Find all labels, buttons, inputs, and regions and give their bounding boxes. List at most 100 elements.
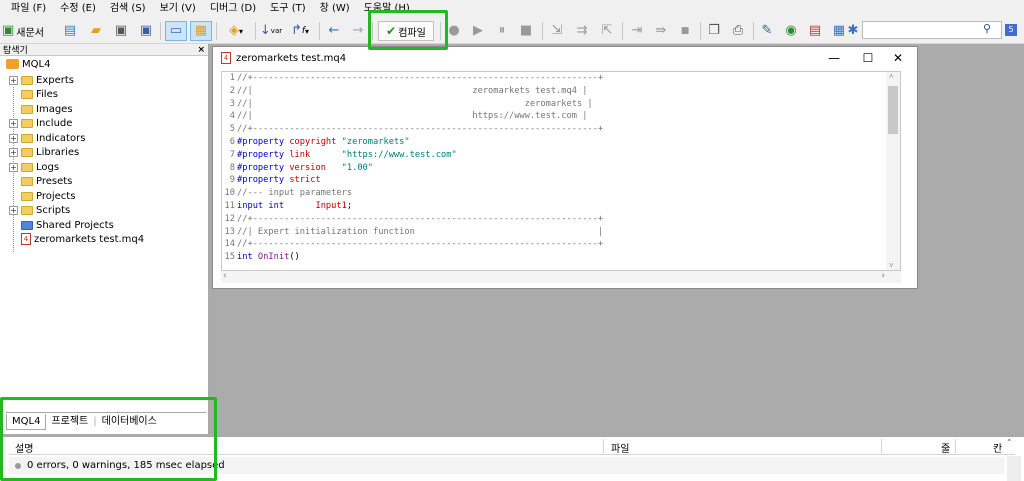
line-number: 9 (229, 175, 235, 186)
code-identifier: version (289, 162, 337, 173)
step-into-icon: ⇲ (551, 23, 563, 38)
tree-item-label: zeromarkets test.mq4 (34, 233, 145, 245)
toolbox-toggle-button[interactable]: ▦ (190, 21, 212, 41)
tree-root-mql4[interactable]: MQL4 (6, 57, 50, 71)
code-directive: #property (237, 162, 285, 173)
tree-item-presets[interactable]: Presets (21, 174, 72, 188)
navigator-close-button[interactable]: × (197, 45, 205, 55)
tree-item-label: Logs (36, 161, 60, 173)
scroll-right-icon[interactable]: › (881, 271, 885, 281)
column-description[interactable]: 설명 (15, 440, 33, 455)
column-col[interactable]: 칸 (993, 440, 1002, 455)
scroll-up-icon[interactable]: ˄ (889, 72, 894, 81)
expand-icon[interactable]: + (9, 162, 18, 172)
line-number: 7 (229, 149, 235, 160)
folder-open-icon: ▰ (91, 23, 101, 38)
close-button[interactable]: ✕ (883, 49, 913, 67)
stop-button[interactable]: ■ (516, 21, 536, 41)
tree-item-shared-projects[interactable]: Shared Projects (21, 218, 114, 232)
code-punct: () (289, 252, 300, 263)
code-directive: #property (237, 136, 285, 147)
navigator-toggle-button[interactable]: ▭ (165, 21, 187, 41)
remove-breakpoints-button[interactable]: ⇛ (651, 21, 671, 41)
styler-button[interactable]: ✎ (757, 21, 777, 41)
copy-button[interactable]: ❐ (704, 21, 724, 41)
code-editor[interactable]: 1//+------------------------------------… (221, 71, 901, 271)
tree-item-logs[interactable]: + Logs (9, 160, 59, 174)
tree-item-files[interactable]: Files (21, 87, 58, 101)
column-file[interactable]: 파일 (611, 440, 629, 455)
open-button[interactable]: ▰ (86, 21, 106, 41)
toolbar-separator (753, 22, 754, 40)
copy-icon: ❐ (708, 23, 720, 38)
tree-item-scripts[interactable]: + Scripts (9, 203, 70, 217)
vertical-scrollbar[interactable]: ˄ ˅ (886, 72, 900, 270)
menu-window[interactable]: 창 (W) (313, 0, 357, 18)
scroll-left-icon[interactable]: ‹ (223, 271, 227, 281)
menu-view[interactable]: 보기 (V) (153, 0, 203, 18)
play-icon: ▶ (473, 23, 483, 38)
search-input[interactable] (862, 21, 1002, 39)
menu-edit[interactable]: 수정 (E) (53, 0, 103, 18)
line-number: 5 (229, 124, 235, 135)
tree-item-images[interactable]: Images (21, 102, 73, 116)
horizontal-scrollbar[interactable]: ‹ › (221, 271, 901, 283)
step-out-button[interactable]: ⇱ (597, 21, 617, 41)
search-icon[interactable]: ⚲ (983, 22, 991, 35)
step-into-button[interactable]: ⇲ (547, 21, 567, 41)
scroll-down-icon[interactable]: ˅ (889, 261, 894, 270)
menu-tools[interactable]: 도구 (T) (263, 0, 313, 18)
scroll-up-icon[interactable]: ˄ (1007, 439, 1012, 449)
toolbox-scrollbar[interactable] (1007, 456, 1021, 481)
minimize-button[interactable]: — (819, 49, 849, 67)
parameter-info-button[interactable]: ↱ f ▾ (285, 21, 315, 41)
tree-item-include[interactable]: + Include (9, 116, 72, 130)
toggle-breakpoint-button[interactable]: ⇥ (627, 21, 647, 41)
save-all-button[interactable]: ▣ (136, 21, 156, 41)
tree-item-file[interactable]: 4 zeromarkets test.mq4 (21, 232, 144, 246)
forward-button[interactable]: → (348, 21, 368, 41)
start-debug-real-button[interactable]: ● (444, 21, 464, 41)
tab-mql4[interactable]: MQL4 (6, 413, 47, 430)
print-preview-button[interactable]: ⎙ (728, 21, 748, 41)
line-number: 13 (224, 226, 235, 237)
tree-item-indicators[interactable]: + Indicators (9, 131, 85, 145)
shared-folder-icon (21, 220, 33, 230)
tab-projects[interactable]: 프로젝트 (46, 414, 93, 430)
menu-file[interactable]: 파일 (F) (4, 0, 53, 18)
table-row[interactable]: 0 errors, 0 warnings, 185 msec elapsed (9, 457, 1004, 474)
tree-item-projects[interactable]: Projects (21, 189, 75, 203)
step-over-button[interactable]: ⇉ (572, 21, 592, 41)
pause-button[interactable]: ⏸ (492, 21, 512, 41)
list-names-button[interactable]: ↓ var (260, 21, 282, 41)
terminal-button[interactable]: ▤ (805, 21, 825, 41)
mql5-community-button[interactable]: ▤ (60, 21, 80, 41)
start-debug-history-button[interactable]: ▶ (468, 21, 488, 41)
expand-icon[interactable]: + (9, 118, 18, 128)
tree-item-libraries[interactable]: + Libraries (9, 145, 79, 159)
tab-database[interactable]: 데이터베이스 (97, 414, 162, 430)
compile-button[interactable]: ✔ 컴파일 (378, 21, 434, 41)
menu-search[interactable]: 검색 (S) (103, 0, 153, 18)
mql5-badge-icon[interactable]: 5 (1005, 24, 1017, 36)
status-dot-icon (15, 462, 21, 469)
menu-debug[interactable]: 디버그 (D) (203, 0, 263, 18)
new-document-button[interactable]: ▣ 새문서 (2, 21, 52, 41)
back-button[interactable]: ← (324, 21, 344, 41)
column-line[interactable]: 줄 (941, 440, 950, 455)
menu-help[interactable]: 도움말 (H) (357, 0, 417, 18)
styler-dropdown[interactable]: ◈ ▾ (221, 21, 251, 41)
maximize-button[interactable]: ☐ (853, 49, 883, 67)
settings-button[interactable]: ✱ (846, 21, 860, 41)
scroll-thumb[interactable] (888, 86, 898, 134)
expand-icon[interactable]: + (9, 133, 18, 143)
expand-icon[interactable]: + (9, 75, 18, 85)
toolbar-separator (700, 22, 701, 40)
tree-item-experts[interactable]: + Experts (9, 73, 74, 87)
layout-icon: ▭ (169, 23, 183, 38)
expand-icon[interactable]: + (9, 147, 18, 157)
stop-profiling-button[interactable]: ■ (675, 21, 695, 41)
mql5-market-button[interactable]: ◉ (781, 21, 801, 41)
expand-icon[interactable]: + (9, 205, 18, 215)
save-button[interactable]: ▣ (111, 21, 131, 41)
